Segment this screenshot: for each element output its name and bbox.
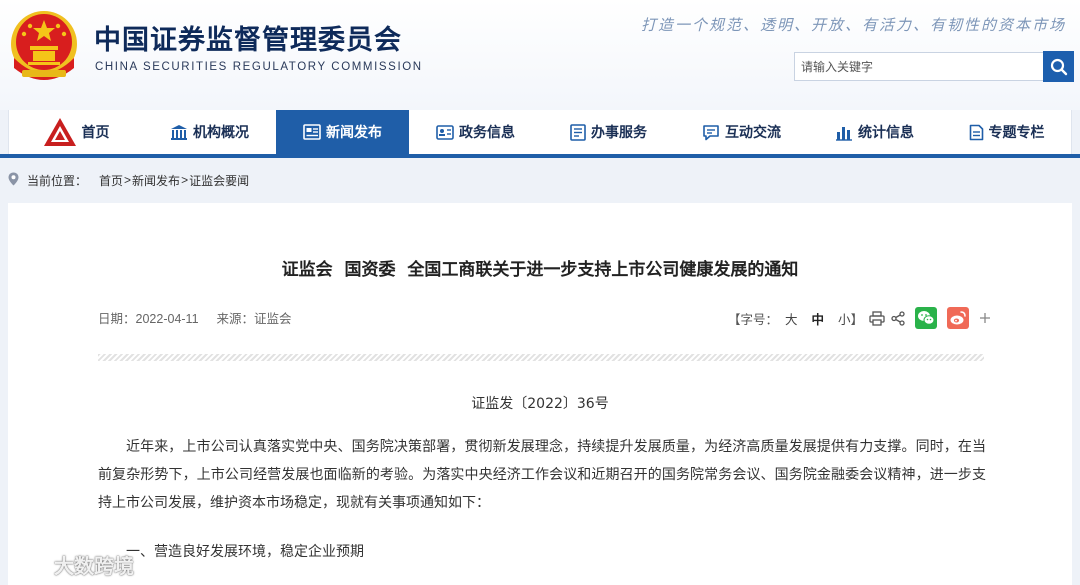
newspaper-icon	[303, 124, 321, 140]
nav-item-statistics[interactable]: 统计信息	[808, 110, 941, 154]
site-header: 中国证券监督管理委员会 CHINA SECURITIES REGULATORY …	[0, 0, 1080, 110]
building-icon	[170, 124, 188, 141]
site-slogan: 打造一个规范、透明、开放、有活力、有韧性的资本市场	[640, 16, 1066, 34]
breadcrumb: 当前位置： 首页 > 新闻发布 > 证监会要闻	[8, 170, 249, 190]
nav-item-services[interactable]: 办事服务	[542, 110, 675, 154]
nav-item-topics[interactable]: 专题专栏	[941, 110, 1072, 154]
watermark: 大数跨境	[8, 548, 134, 580]
location-pin-icon	[8, 172, 19, 189]
nav-item-about[interactable]: 机构概况	[143, 110, 276, 154]
section-heading: 一、营造良好发展环境，稳定企业预期	[126, 544, 364, 560]
breadcrumb-label: 当前位置：	[27, 173, 88, 188]
weibo-icon[interactable]	[947, 307, 970, 329]
id-card-icon	[436, 124, 454, 140]
article-title: 证监会 国资委 全国工商联关于进一步支持上市公司健康发展的通知	[281, 260, 799, 280]
search-input[interactable]	[794, 52, 1044, 81]
nav-item-gov-info[interactable]: 政务信息	[409, 110, 542, 154]
main-nav: 首页 机构概况 新闻发布 政务信息 办事服务 互动交流 统计信息 专题专栏	[8, 110, 1072, 154]
nav-label: 统计信息	[858, 125, 914, 141]
nav-item-interaction[interactable]: 互动交流	[675, 110, 808, 154]
document-number: 证监发〔2022〕36号	[471, 396, 609, 412]
article-meta: 日期：2022-04-11 来源：证监会	[98, 308, 292, 327]
home-logo-icon	[43, 117, 77, 147]
article-source: 证监会	[254, 312, 292, 326]
breadcrumb-home[interactable]: 首页	[99, 172, 123, 189]
nav-label: 机构概况	[193, 125, 249, 141]
font-size-label: 【字号：	[728, 312, 779, 327]
nav-label: 办事服务	[591, 125, 647, 141]
nav-label: 互动交流	[725, 125, 781, 141]
nav-item-news[interactable]: 新闻发布	[276, 110, 409, 154]
breadcrumb-csrc-news[interactable]: 证监会要闻	[189, 172, 249, 189]
source-label: 来源：	[216, 312, 255, 326]
font-size-close: 】	[850, 312, 864, 327]
national-emblem-icon	[8, 8, 80, 84]
print-icon[interactable]	[869, 310, 885, 326]
watermark-text: 大数跨境	[54, 553, 134, 578]
bar-chart-icon	[835, 124, 853, 141]
article-divider	[98, 354, 984, 361]
article-date: 2022-04-11	[135, 312, 199, 326]
font-size-medium[interactable]: 中	[812, 309, 825, 328]
nav-underline	[0, 154, 1080, 158]
site-title-cn: 中国证券监督管理委员会	[94, 25, 402, 56]
nav-label: 新闻发布	[326, 125, 382, 141]
date-label: 日期：	[98, 312, 136, 326]
article-panel: 证监会 国资委 全国工商联关于进一步支持上市公司健康发展的通知 日期：2022-…	[8, 203, 1072, 585]
breadcrumb-news[interactable]: 新闻发布	[132, 172, 180, 189]
search-icon	[1050, 58, 1067, 75]
font-size-large[interactable]: 大	[785, 309, 798, 328]
nav-label: 政务信息	[459, 125, 515, 141]
breadcrumb-separator: >	[181, 173, 189, 187]
wechat-icon[interactable]	[915, 307, 938, 329]
nav-label: 首页	[81, 125, 110, 141]
article-paragraph: 近年来，上市公司认真落实党中央、国务院决策部署，贯彻新发展理念，持续提升发展质量…	[98, 439, 986, 511]
search-button[interactable]	[1043, 51, 1074, 82]
article-tools: 【字号： 大 中 小 】	[728, 307, 991, 329]
watermark-logo-icon	[8, 551, 50, 577]
site-title-en: CHINA SECURITIES REGULATORY COMMISSION	[95, 61, 423, 73]
share-icon[interactable]	[891, 310, 905, 326]
document-list-icon	[570, 123, 586, 141]
file-icon	[969, 124, 984, 141]
breadcrumb-separator: >	[124, 173, 132, 187]
more-share-icon[interactable]	[979, 312, 991, 324]
font-size-small[interactable]: 小	[838, 309, 851, 328]
nav-label: 专题专栏	[988, 125, 1045, 141]
nav-item-home[interactable]: 首页	[9, 110, 143, 154]
chat-icon	[702, 124, 720, 141]
